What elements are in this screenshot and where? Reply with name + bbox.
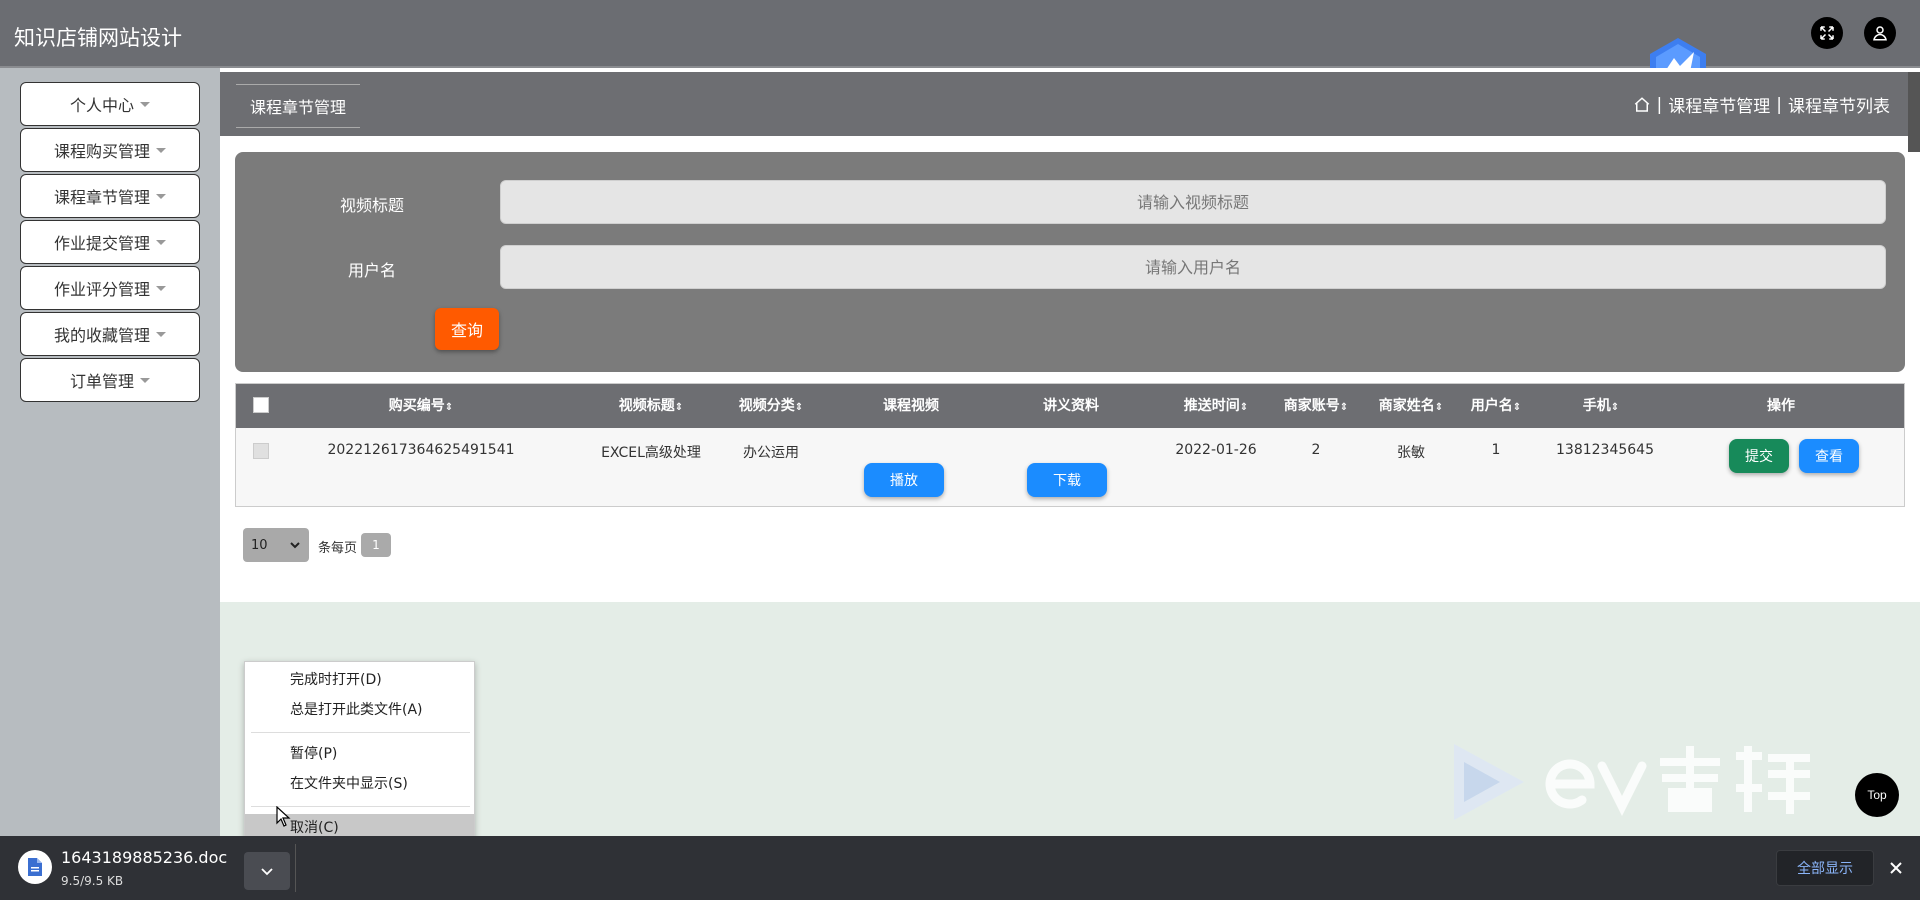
column-header[interactable]: 手机⇕ [1556, 384, 1646, 428]
sidebar-item-homework-submit[interactable]: 作业提交管理 [20, 220, 200, 264]
download-button[interactable]: 下载 [1027, 463, 1107, 497]
column-header[interactable]: 推送时间⇕ [1161, 384, 1271, 428]
caret-down-icon [156, 193, 166, 199]
fullscreen-icon[interactable] [1811, 17, 1843, 49]
page-size-value: 10 [251, 537, 268, 553]
merchant-account: 2 [1311, 442, 1321, 458]
mouse-cursor-icon [276, 806, 291, 827]
sidebar-item-label: 课程章节管理 [53, 188, 150, 207]
sidebar-item-course-chapter[interactable]: 课程章节管理 [20, 174, 200, 218]
ev-editor-watermark-icon [1454, 744, 1810, 820]
submit-button[interactable]: 提交 [1729, 439, 1789, 473]
close-icon[interactable] [1884, 856, 1908, 880]
sidebar-item-label: 订单管理 [69, 372, 134, 391]
sidebar-item-homework-grade[interactable]: 作业评分管理 [20, 266, 200, 310]
play-button[interactable]: 播放 [864, 463, 944, 497]
caret-down-icon [140, 377, 150, 383]
download-bar: 1643189885236.doc 9.5/9.5 KB 全部显示 [0, 836, 1920, 900]
chevron-down-icon [261, 868, 273, 876]
download-file-name[interactable]: 1643189885236.doc [61, 848, 227, 867]
view-button[interactable]: 查看 [1799, 439, 1859, 473]
caret-down-icon [156, 331, 166, 337]
column-header: 课程视频 [883, 398, 939, 414]
row-checkbox[interactable] [253, 443, 269, 459]
download-menu-toggle[interactable] [244, 852, 290, 890]
video-title-input[interactable] [500, 180, 1886, 224]
divider [295, 844, 296, 892]
caret-down-icon [156, 147, 166, 153]
phone: 13812345645 [1556, 442, 1654, 458]
download-file-size: 9.5/9.5 KB [61, 874, 124, 888]
username-label: 用户名 [348, 261, 397, 280]
user-icon[interactable] [1864, 17, 1896, 49]
select-all-checkbox[interactable] [253, 397, 269, 413]
column-header[interactable]: 视频分类⇕ [721, 384, 821, 428]
sidebar-item-label: 我的收藏管理 [53, 326, 150, 345]
column-header[interactable]: 购买编号⇕ [321, 384, 521, 428]
menu-item-always-open[interactable]: 总是打开此类文件(A) [245, 696, 474, 724]
merchant-name: 张敏 [1397, 445, 1425, 461]
breadcrumb-bar: 课程章节管理 | 课程章节管理 | 课程章节列表 [220, 72, 1908, 136]
menu-item-pause[interactable]: 暂停(P) [245, 740, 474, 768]
menu-item-show-in-folder[interactable]: 在文件夹中显示(S) [245, 770, 474, 798]
page-tab[interactable]: 课程章节管理 [236, 84, 361, 128]
column-header[interactable]: 视频标题⇕ [586, 384, 716, 428]
video-title-label: 视频标题 [340, 196, 405, 215]
sidebar-item-label: 个人中心 [69, 96, 134, 115]
scrollbar[interactable] [1908, 72, 1920, 152]
show-all-button[interactable]: 全部显示 [1776, 850, 1874, 886]
video-category: 办公运用 [743, 445, 799, 461]
sidebar-item-label: 作业评分管理 [53, 280, 150, 299]
menu-divider [251, 732, 470, 733]
page-size-select[interactable]: 10 [243, 528, 309, 562]
breadcrumb-separator: | [1656, 94, 1663, 115]
app-title: 知识店铺网站设计 [14, 26, 182, 50]
column-header[interactable]: 用户名⇕ [1461, 384, 1531, 428]
page-number[interactable]: 1 [361, 533, 391, 557]
sidebar-item-label: 课程购买管理 [53, 142, 150, 161]
sidebar-item-label: 作业提交管理 [53, 234, 150, 253]
caret-down-icon [140, 101, 150, 107]
menu-item-open-when-done[interactable]: 完成时打开(D) [245, 666, 474, 694]
data-table: 购买编号⇕ 视频标题⇕ 视频分类⇕ 课程视频 讲义资料 推送时间⇕ 商家账号⇕ … [235, 383, 1905, 507]
sidebar-item-personal-center[interactable]: 个人中心 [20, 82, 200, 126]
column-header[interactable]: 商家姓名⇕ [1371, 384, 1451, 428]
push-time: 2022-01-26 [1175, 442, 1257, 458]
column-header: 讲义资料 [1043, 398, 1099, 414]
chevron-down-icon [290, 542, 300, 549]
table-header: 购买编号⇕ 视频标题⇕ 视频分类⇕ 课程视频 讲义资料 推送时间⇕ 商家账号⇕ … [236, 384, 1904, 428]
caret-down-icon [156, 285, 166, 291]
sidebar-item-favorites[interactable]: 我的收藏管理 [20, 312, 200, 356]
sidebar-item-orders[interactable]: 订单管理 [20, 358, 200, 402]
sidebar-item-course-purchase[interactable]: 课程购买管理 [20, 128, 200, 172]
query-button[interactable]: 查询 [435, 308, 499, 350]
column-header: 操作 [1767, 398, 1795, 414]
breadcrumb: | 课程章节管理 | 课程章节列表 [1633, 92, 1890, 117]
breadcrumb-separator: | [1776, 94, 1782, 115]
search-panel: 视频标题 用户名 查询 [235, 152, 1905, 372]
breadcrumb-current: 课程章节列表 [1788, 97, 1890, 117]
order-number: 202212617364625491541 [327, 442, 515, 458]
home-icon[interactable] [1633, 96, 1651, 114]
breadcrumb-item[interactable]: 课程章节管理 [1668, 92, 1770, 117]
document-icon [18, 850, 52, 884]
back-to-top-button[interactable]: Top [1855, 773, 1899, 817]
top-header: 知识店铺网站设计 [0, 0, 1920, 68]
column-header[interactable]: 商家账号⇕ [1276, 384, 1356, 428]
caret-down-icon [156, 239, 166, 245]
video-title: EXCEL高级处理 [601, 445, 701, 461]
username: 1 [1491, 442, 1501, 458]
per-page-label: 条每页 [318, 541, 358, 556]
username-input[interactable] [500, 245, 1886, 289]
